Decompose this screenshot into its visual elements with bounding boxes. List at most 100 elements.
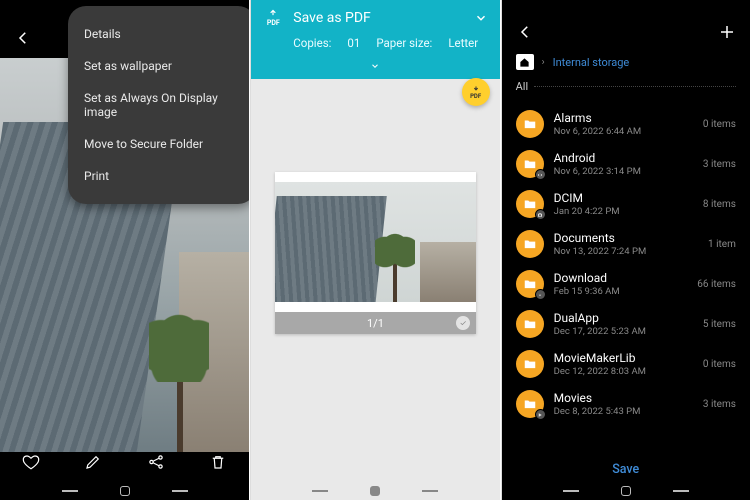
folder-row[interactable]: DCIMJan 20 4:22 PM 8 items — [502, 184, 750, 224]
share-icon[interactable] — [147, 453, 165, 471]
gear-badge-icon — [535, 169, 546, 180]
folder-icon — [516, 350, 544, 378]
folder-name: Alarms — [554, 111, 693, 125]
expand-options[interactable] — [251, 56, 499, 79]
folder-icon — [516, 390, 544, 418]
nav-bar — [502, 482, 750, 500]
menu-item-print[interactable]: Print — [68, 160, 249, 192]
nav-home[interactable] — [120, 486, 130, 496]
folder-icon — [516, 270, 544, 298]
breadcrumb-location[interactable]: Internal storage — [553, 56, 630, 69]
folder-date: Dec 8, 2022 5:43 PM — [554, 406, 693, 417]
copies-label: Copies: — [293, 36, 331, 50]
play-badge-icon — [535, 409, 546, 420]
page-preview-image — [275, 182, 475, 302]
folder-row[interactable]: AlarmsNov 6, 2022 6:44 AM 0 items — [502, 104, 750, 144]
file-picker-top-bar — [502, 14, 750, 50]
back-icon[interactable] — [14, 29, 32, 47]
gallery-bottom-bar — [0, 442, 249, 482]
nav-back[interactable] — [172, 490, 188, 492]
nav-home[interactable] — [370, 486, 380, 496]
nav-bar — [251, 482, 499, 500]
overflow-menu: Details Set as wallpaper Set as Always O… — [68, 6, 249, 204]
pdf-icon: PDF — [263, 8, 283, 28]
nav-back[interactable] — [422, 490, 438, 492]
folder-count: 8 items — [703, 199, 736, 210]
folder-date: Dec 17, 2022 5:23 AM — [554, 326, 693, 337]
page-preview[interactable]: 1/1 — [275, 172, 475, 334]
edit-icon[interactable] — [84, 453, 102, 471]
folder-count: 1 item — [708, 239, 736, 250]
back-icon[interactable] — [516, 23, 534, 41]
folder-count: 66 items — [697, 279, 736, 290]
save-pdf-fab[interactable]: PDF — [462, 78, 490, 106]
folder-row[interactable]: AndroidNov 6, 2022 3:14 PM 3 items — [502, 144, 750, 184]
folder-name: Movies — [554, 391, 693, 405]
folder-name: Android — [554, 151, 693, 165]
gallery-viewer-screen: Details Set as wallpaper Set as Always O… — [0, 0, 249, 500]
nav-recents[interactable] — [312, 490, 328, 492]
folder-row[interactable]: DualAppDec 17, 2022 5:23 AM 5 items — [502, 304, 750, 344]
papersize-label: Paper size: — [376, 36, 432, 50]
folder-row[interactable]: DownloadFeb 15 9:36 AM 66 items — [502, 264, 750, 304]
all-label: All — [516, 80, 529, 93]
folder-count: 3 items — [703, 399, 736, 410]
menu-item-set-aod[interactable]: Set as Always On Display image — [68, 82, 249, 128]
folder-name: DualApp — [554, 311, 693, 325]
nav-bar — [0, 482, 249, 500]
nav-home[interactable] — [621, 486, 631, 496]
folder-icon — [516, 310, 544, 338]
trash-icon[interactable] — [209, 453, 227, 471]
camera-badge-icon — [535, 209, 546, 220]
menu-item-set-wallpaper[interactable]: Set as wallpaper — [68, 50, 249, 82]
folder-name: Download — [554, 271, 688, 285]
nav-recents[interactable] — [563, 490, 579, 492]
folder-icon — [516, 230, 544, 258]
chevron-right-icon: › — [542, 57, 545, 68]
file-picker-screen: › Internal storage All AlarmsNov 6, 2022… — [501, 0, 750, 500]
heart-icon[interactable] — [22, 453, 40, 471]
down-badge-icon — [535, 289, 546, 300]
folder-count: 0 items — [703, 359, 736, 370]
status-bar — [502, 0, 750, 14]
folder-count: 0 items — [703, 119, 736, 130]
home-icon[interactable] — [516, 54, 534, 70]
folder-icon — [516, 190, 544, 218]
menu-item-details[interactable]: Details — [68, 18, 249, 50]
pdf-badge-label: PDF — [267, 19, 280, 27]
folder-icon — [516, 110, 544, 138]
folder-name: DCIM — [554, 191, 693, 205]
folder-count: 5 items — [703, 319, 736, 330]
page-preview-footer: 1/1 — [275, 312, 475, 334]
chevron-down-icon[interactable] — [474, 11, 488, 25]
section-header: All — [502, 78, 750, 97]
nav-recents[interactable] — [62, 490, 78, 492]
folder-date: Nov 6, 2022 3:14 PM — [554, 166, 693, 177]
folder-date: Nov 6, 2022 6:44 AM — [554, 126, 693, 137]
folder-date: Feb 15 9:36 AM — [554, 286, 688, 297]
folder-date: Nov 13, 2022 7:24 PM — [554, 246, 698, 257]
page-indicator: 1/1 — [367, 317, 384, 330]
print-header: PDF Save as PDF Copies: 01 Paper size: L… — [251, 0, 499, 79]
folder-row[interactable]: MovieMakerLibDec 12, 2022 8:03 AM 0 items — [502, 344, 750, 384]
folder-icon — [516, 150, 544, 178]
save-button[interactable]: Save — [502, 456, 750, 482]
folder-list[interactable]: AlarmsNov 6, 2022 6:44 AM0 itemsAndroidN… — [502, 104, 750, 456]
nav-back[interactable] — [673, 490, 689, 492]
copies-value[interactable]: 01 — [347, 36, 360, 50]
fab-pdf-label: PDF — [470, 93, 481, 100]
folder-date: Jan 20 4:22 PM — [554, 206, 693, 217]
breadcrumb: › Internal storage — [502, 50, 750, 78]
menu-item-secure-folder[interactable]: Move to Secure Folder — [68, 128, 249, 160]
add-icon[interactable] — [718, 23, 736, 41]
folder-row[interactable]: DocumentsNov 13, 2022 7:24 PM 1 item — [502, 224, 750, 264]
folder-name: MovieMakerLib — [554, 351, 693, 365]
folder-row[interactable]: MoviesDec 8, 2022 5:43 PM 3 items — [502, 384, 750, 424]
papersize-value[interactable]: Letter — [448, 36, 478, 50]
printer-destination[interactable]: Save as PDF — [293, 10, 371, 26]
page-select-checkbox[interactable] — [456, 316, 470, 330]
folder-name: Documents — [554, 231, 698, 245]
folder-count: 3 items — [703, 159, 736, 170]
print-preview-screen: PDF Save as PDF Copies: 01 Paper size: L… — [250, 0, 499, 500]
folder-date: Dec 12, 2022 8:03 AM — [554, 366, 693, 377]
